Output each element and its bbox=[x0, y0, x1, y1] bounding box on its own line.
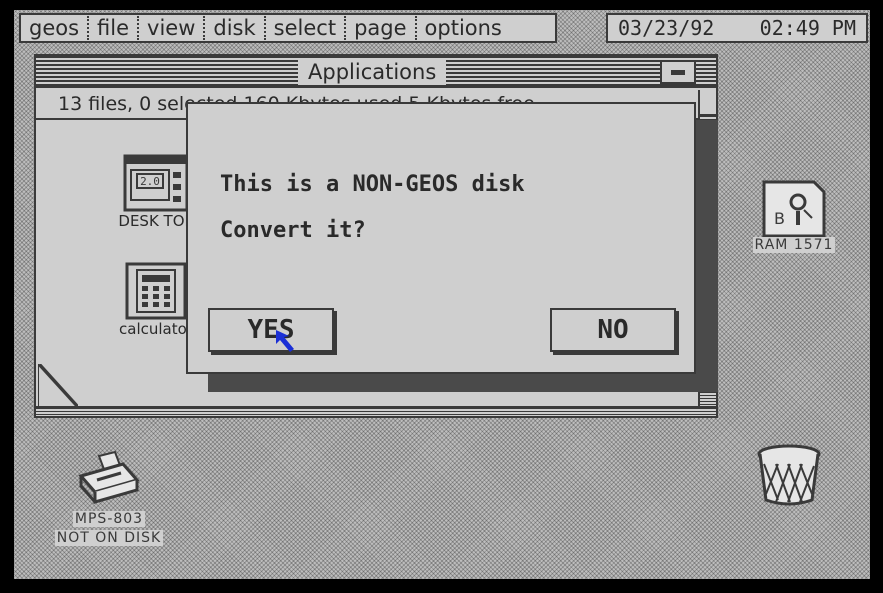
printer-label: MPS-803 bbox=[72, 511, 146, 527]
trash-icon[interactable] bbox=[756, 444, 822, 506]
calculator-icon bbox=[125, 262, 187, 320]
menu-file[interactable]: file bbox=[89, 15, 137, 41]
clock-time: 02:49 PM bbox=[759, 16, 856, 40]
clock-date: 03/23/92 bbox=[618, 16, 715, 40]
printer-status: NOT ON DISK bbox=[54, 530, 164, 546]
desktop: geos file view disk select page options … bbox=[14, 10, 870, 579]
scrollbar-thumb[interactable] bbox=[700, 90, 716, 116]
printer-icon-group[interactable]: MPS-803 NOT ON DISK bbox=[34, 450, 184, 546]
yes-button[interactable]: YES bbox=[208, 308, 334, 352]
close-button[interactable] bbox=[660, 60, 696, 84]
printer-icon bbox=[78, 450, 140, 504]
menu-page[interactable]: page bbox=[346, 15, 414, 41]
window-title: Applications bbox=[298, 59, 447, 85]
cursor-icon bbox=[276, 330, 294, 352]
clock: 03/23/92 02:49 PM bbox=[606, 13, 868, 43]
window-bottom-border bbox=[36, 406, 716, 416]
menu-view[interactable]: view bbox=[139, 15, 203, 41]
convert-dialog: This is a NON-GEOS disk Convert it? YES … bbox=[186, 102, 696, 374]
menu-select[interactable]: select bbox=[266, 15, 344, 41]
desk-top-icon: 2.0 bbox=[123, 154, 189, 212]
page-corner-icon[interactable] bbox=[38, 364, 78, 408]
desk-top-version: 2.0 bbox=[140, 175, 160, 188]
dialog-message: This is a NON-GEOS disk bbox=[220, 172, 525, 197]
menu-disk[interactable]: disk bbox=[205, 15, 263, 41]
menu-geos[interactable]: geos bbox=[21, 15, 87, 41]
ram-disk-label: RAM 1571 bbox=[752, 237, 836, 253]
window-title-bar[interactable]: Applications bbox=[36, 56, 716, 88]
menu-options[interactable]: options bbox=[417, 15, 510, 41]
ram-disk-icon[interactable]: B RAM 1571 bbox=[742, 180, 846, 253]
no-button[interactable]: NO bbox=[550, 308, 676, 352]
ram-drive-letter: B bbox=[774, 209, 785, 228]
menu-bar: geos file view disk select page options bbox=[19, 13, 557, 43]
ram-drive-icon: B bbox=[762, 180, 826, 238]
dialog-question: Convert it? bbox=[220, 218, 366, 243]
